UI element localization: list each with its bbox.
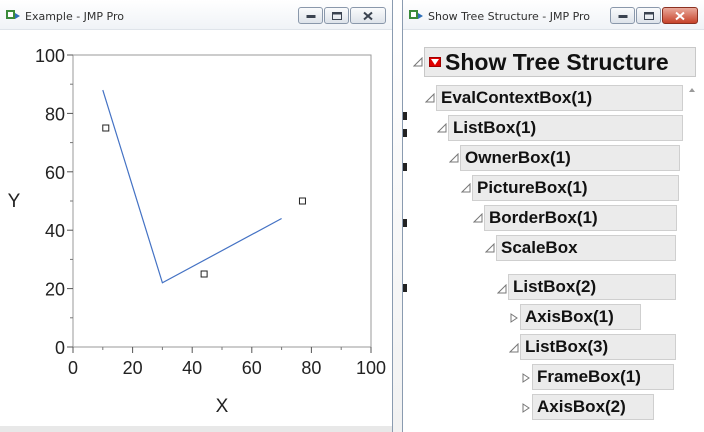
disclosure-open-icon[interactable] (497, 284, 507, 294)
disclosure-open-icon[interactable] (449, 153, 459, 163)
close-button[interactable] (350, 7, 386, 24)
tree-node-label: OwnerBox(1) (465, 148, 571, 167)
data-point-marker[interactable] (200, 270, 208, 278)
y-tick-label: 0 (55, 338, 65, 358)
edge-artifact (403, 129, 407, 137)
tree-node-listbox-3[interactable]: ListBox(3) (520, 334, 676, 360)
tree-node-label: PictureBox(1) (477, 178, 588, 197)
disclosure-closed-icon[interactable] (509, 313, 519, 323)
tree-node-borderbox[interactable]: BorderBox(1) (484, 205, 677, 231)
jmp-app-icon (6, 10, 20, 19)
close-icon (675, 11, 685, 20)
window-title: Example - JMP Pro (25, 10, 124, 23)
tree-node-root[interactable]: Show Tree Structure (424, 47, 696, 77)
y-tick-label: 60 (45, 163, 65, 183)
close-icon (363, 11, 373, 20)
y-tick-label: 20 (45, 280, 65, 300)
data-point-marker[interactable] (102, 124, 110, 132)
tree-node-framebox[interactable]: FrameBox(1) (532, 364, 674, 390)
tree-node-axisbox-1[interactable]: AxisBox(1) (520, 304, 641, 330)
tree-node-ownerbox[interactable]: OwnerBox(1) (460, 145, 680, 171)
disclosure-open-icon[interactable] (473, 213, 483, 223)
disclosure-open-icon[interactable] (485, 243, 495, 253)
minimize-icon (618, 14, 627, 18)
example-window: Example - JMP Pro 0 20 40 60 80 100 0 20 40 60 80 1… (0, 0, 393, 432)
x-tick-label: 20 (123, 358, 143, 378)
disclosure-closed-icon[interactable] (521, 403, 531, 413)
scroll-up-arrow-icon[interactable] (686, 85, 698, 95)
plot-frame[interactable] (72, 54, 372, 348)
close-button[interactable] (662, 7, 698, 24)
disclosure-closed-icon[interactable] (521, 373, 531, 383)
tree-node-picturebox[interactable]: PictureBox(1) (472, 175, 679, 201)
tree-node-label: Show Tree Structure (445, 49, 669, 75)
tree-node-listbox-2[interactable]: ListBox(2) (508, 274, 676, 300)
tree-window: Show Tree Structure - JMP Pro Show Tree … (402, 0, 704, 432)
title-bar[interactable]: Example - JMP Pro (0, 0, 392, 30)
edge-artifact (403, 112, 407, 120)
disclosure-open-icon[interactable] (509, 343, 519, 353)
disclosure-open-icon[interactable] (413, 57, 423, 67)
x-tick-label: 0 (68, 358, 78, 378)
edge-artifact (403, 163, 407, 171)
maximize-icon (331, 11, 342, 20)
disclosure-open-icon[interactable] (425, 93, 435, 103)
y-tick-label: 100 (35, 46, 65, 66)
disclosure-open-icon[interactable] (437, 123, 447, 133)
y-axis-title: Y (8, 191, 21, 212)
minimize-button[interactable] (610, 7, 635, 24)
maximize-button[interactable] (636, 7, 661, 24)
tree-node-axisbox-2[interactable]: AxisBox(2) (532, 394, 654, 420)
x-tick-label: 40 (182, 358, 202, 378)
tree-node-label: AxisBox(1) (525, 307, 614, 326)
x-tick-label: 60 (242, 358, 262, 378)
title-bar[interactable]: Show Tree Structure - JMP Pro (403, 0, 704, 30)
red-triangle-menu-icon[interactable] (429, 57, 441, 67)
minimize-button[interactable] (298, 7, 323, 24)
tree-node-listbox-1[interactable]: ListBox(1) (448, 115, 683, 141)
tree-node-label: AxisBox(2) (537, 397, 626, 416)
x-tick-label: 100 (356, 358, 386, 378)
tree-node-label: ListBox(3) (525, 337, 609, 356)
edge-artifact (403, 219, 407, 227)
window-gap (393, 0, 402, 432)
x-tick-label: 80 (301, 358, 321, 378)
y-tick-label: 40 (45, 221, 65, 241)
disclosure-open-icon[interactable] (461, 183, 471, 193)
plot-area: 0 20 40 60 80 100 0 20 40 60 80 100 X Y (0, 31, 392, 432)
data-point-marker[interactable] (298, 197, 306, 205)
x-axis-title: X (216, 396, 229, 417)
minimize-icon (306, 14, 315, 18)
edge-artifact (403, 284, 407, 292)
window-title: Show Tree Structure - JMP Pro (428, 10, 591, 23)
line-chart: 0 20 40 60 80 100 0 20 40 60 80 100 X Y (8, 46, 386, 417)
tree-node-label: ScaleBox (501, 238, 578, 257)
horizontal-scrollbar[interactable] (0, 426, 392, 432)
y-tick-label: 80 (45, 104, 65, 124)
tree-node-label: FrameBox(1) (537, 367, 641, 386)
tree-node-label: BorderBox(1) (489, 208, 598, 227)
tree-structure: Show Tree Structure EvalContextBox(1) Li… (403, 31, 704, 432)
maximize-button[interactable] (324, 7, 349, 24)
jmp-app-icon (409, 10, 423, 19)
tree-node-label: ListBox(2) (513, 277, 597, 296)
tree-node-label: EvalContextBox(1) (441, 88, 593, 107)
tree-node-scalebox[interactable]: ScaleBox (496, 235, 676, 261)
tree-node-evalcontextbox[interactable]: EvalContextBox(1) (436, 85, 683, 111)
tree-node-label: ListBox(1) (453, 118, 537, 137)
maximize-icon (643, 11, 654, 20)
